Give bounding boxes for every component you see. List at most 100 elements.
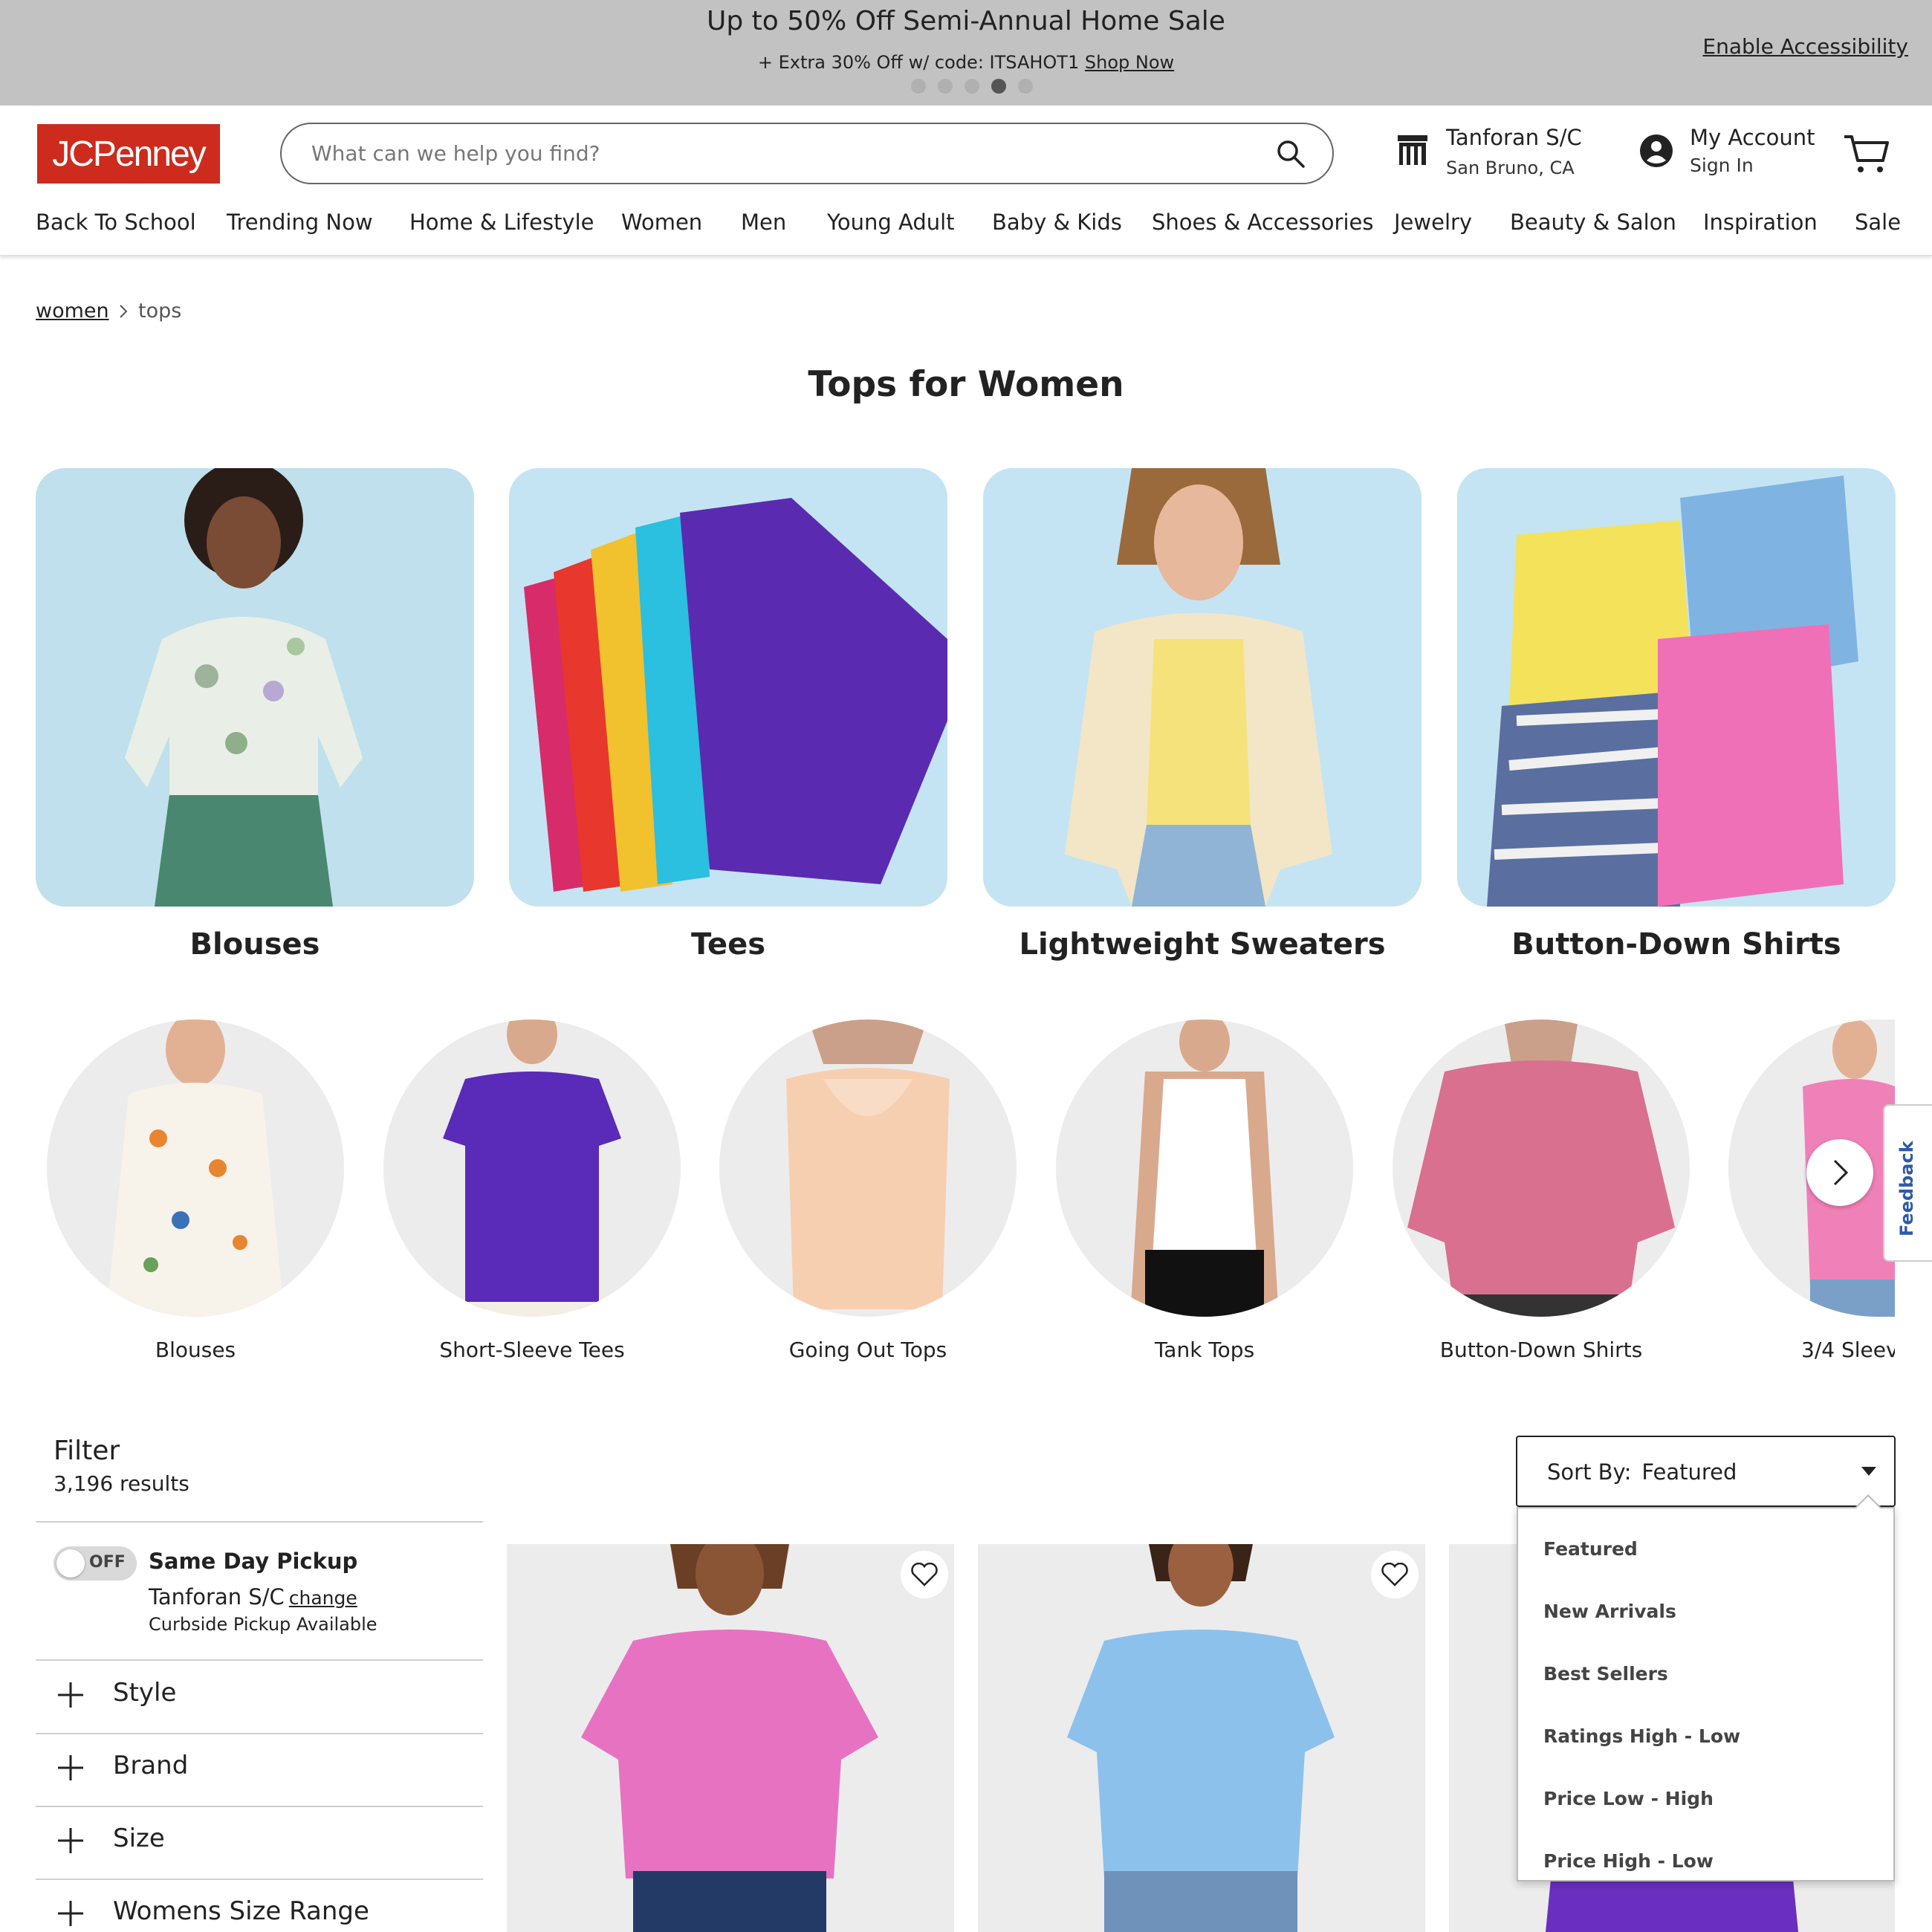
product-image [978,1544,1425,1932]
pickup-store-name: Tanforan S/C [149,1584,285,1610]
sort-option-new-arrivals[interactable]: New Arrivals [1543,1601,1676,1622]
sort-option-featured[interactable]: Featured [1543,1538,1638,1560]
results-count: 3,196 results [54,1471,189,1496]
promo-title: Up to 50% Off Semi-Annual Home Sale [707,6,1225,36]
carousel-dot[interactable] [938,79,953,94]
nav-baby-kids[interactable]: Baby & Kids [992,210,1122,235]
page-title: Tops for Women [808,364,1124,405]
carousel-dot[interactable] [965,79,979,94]
circle-label-blouses[interactable]: Blouses [25,1338,366,1362]
facet-size[interactable]: Size [36,1807,483,1878]
product-card[interactable] [507,1544,954,1932]
circle-blouses[interactable] [47,1020,344,1317]
nav-jewelry[interactable]: Jewelry [1394,210,1472,235]
facet-label: Style [113,1678,177,1708]
sign-in-link[interactable]: Sign In [1690,155,1754,176]
blouses-image [36,468,474,907]
circle-label-button-down-shirts[interactable]: Button-Down Shirts [1370,1338,1712,1362]
blouses-thumb [106,1020,285,1317]
divider [36,1521,483,1523]
nav-home-lifestyle[interactable]: Home & Lifestyle [409,210,594,235]
carousel-dot[interactable] [911,79,926,94]
circle-label-short-sleeve-tees[interactable]: Short-Sleeve Tees [361,1338,703,1362]
sort-menu: Featured New Arrivals Best Sellers Ratin… [1517,1507,1895,1881]
circle-label-tank-tops[interactable]: Tank Tops [1034,1338,1375,1362]
sort-by-text: Sort By: [1547,1459,1632,1485]
short-sleeve-tees-thumb [443,1020,621,1317]
sort-option-price-high-low[interactable]: Price High - Low [1543,1850,1714,1872]
circle-label-three-quarter-sleeve[interactable]: 3/4 Sleeve [1801,1338,1895,1362]
breadcrumb-women[interactable]: women [36,299,109,322]
store-name[interactable]: Tanforan S/C [1446,125,1582,150]
enable-accessibility-link[interactable]: Enable Accessibility [1702,34,1908,59]
nav-trending-now[interactable]: Trending Now [227,210,373,235]
chevron-right-icon [120,305,128,318]
tile-blouses[interactable] [36,468,474,907]
search-bar [280,123,1334,184]
change-store-link[interactable]: change [289,1587,357,1609]
feedback-label: Feedback [1896,1141,1917,1236]
tile-label-button-down-shirts[interactable]: Button-Down Shirts [1457,927,1896,962]
circle-tank-tops[interactable] [1056,1020,1353,1317]
facet-womens-size-range[interactable]: Womens Size Range [36,1880,483,1932]
sort-option-ratings-high-low[interactable]: Ratings High - Low [1543,1725,1740,1747]
caret-down-icon [1861,1467,1876,1476]
store-icon[interactable] [1395,134,1430,166]
tile-label-tees[interactable]: Tees [509,927,947,962]
carousel-dots [911,79,1033,94]
nav-beauty-salon[interactable]: Beauty & Salon [1510,210,1676,235]
carousel-dot-active[interactable] [991,79,1006,94]
breadcrumb-tops: tops [138,299,182,322]
tile-label-blouses[interactable]: Blouses [36,927,474,962]
filter-title: Filter [54,1436,120,1466]
plus-icon [58,1901,83,1926]
sort-dropdown[interactable]: Sort By: Featured [1516,1436,1896,1507]
carousel-next-button[interactable] [1806,1139,1873,1206]
tile-button-down-shirts[interactable] [1457,468,1896,907]
wishlist-button[interactable] [901,1551,948,1598]
divider [36,1659,483,1661]
toggle-knob [56,1549,85,1578]
my-account-link[interactable]: My Account [1690,125,1815,150]
product-card[interactable] [978,1544,1425,1932]
wishlist-button[interactable] [1371,1551,1419,1598]
sort-option-price-low-high[interactable]: Price Low - High [1543,1788,1714,1809]
product-image [507,1544,954,1932]
tile-lightweight-sweaters[interactable] [983,468,1422,907]
nav-shoes-accessories[interactable]: Shoes & Accessories [1152,210,1373,235]
search-input[interactable] [311,134,1203,172]
jcpenney-logo[interactable]: JCPenney [37,124,220,184]
cart-icon[interactable] [1843,132,1890,175]
circle-button-down-shirts[interactable] [1393,1020,1690,1317]
tile-tees[interactable] [509,468,947,907]
facet-style[interactable]: Style [36,1662,483,1733]
button-down-shirts-image [1457,468,1896,907]
feedback-tab[interactable]: Feedback [1883,1104,1932,1262]
circle-going-out-tops[interactable] [719,1020,1017,1317]
nav-young-adult[interactable]: Young Adult [827,210,955,235]
sort-option-best-sellers[interactable]: Best Sellers [1543,1663,1668,1685]
store-location[interactable]: San Bruno, CA [1446,158,1575,178]
shop-now-link[interactable]: Shop Now [1085,52,1174,73]
same-day-pickup-toggle[interactable]: OFF [54,1546,137,1581]
circle-short-sleeve-tees[interactable] [383,1020,681,1317]
plus-icon [58,1828,83,1853]
toggle-state: OFF [89,1553,126,1572]
chevron-right-icon [1833,1159,1849,1186]
nav-men[interactable]: Men [741,210,786,235]
nav-back-to-school[interactable]: Back To School [36,210,196,235]
nav-inspiration[interactable]: Inspiration [1703,210,1818,235]
facet-brand[interactable]: Brand [36,1734,483,1806]
circle-label-going-out-tops[interactable]: Going Out Tops [697,1338,1039,1362]
facet-label: Size [113,1824,165,1853]
search-icon[interactable] [1276,139,1306,169]
carousel-dot[interactable] [1018,79,1033,94]
nav-women[interactable]: Women [621,210,702,235]
tile-label-lightweight-sweaters[interactable]: Lightweight Sweaters [983,927,1422,962]
nav-sale[interactable]: Sale [1855,210,1901,235]
promo-subtitle: + Extra 30% Off w/ code: ITSAHOT1 Shop N… [0,52,1932,73]
sort-current-value: Featured [1641,1459,1737,1485]
account-icon[interactable] [1639,134,1673,168]
tank-tops-thumb [1130,1020,1279,1317]
tees-image [509,468,947,907]
